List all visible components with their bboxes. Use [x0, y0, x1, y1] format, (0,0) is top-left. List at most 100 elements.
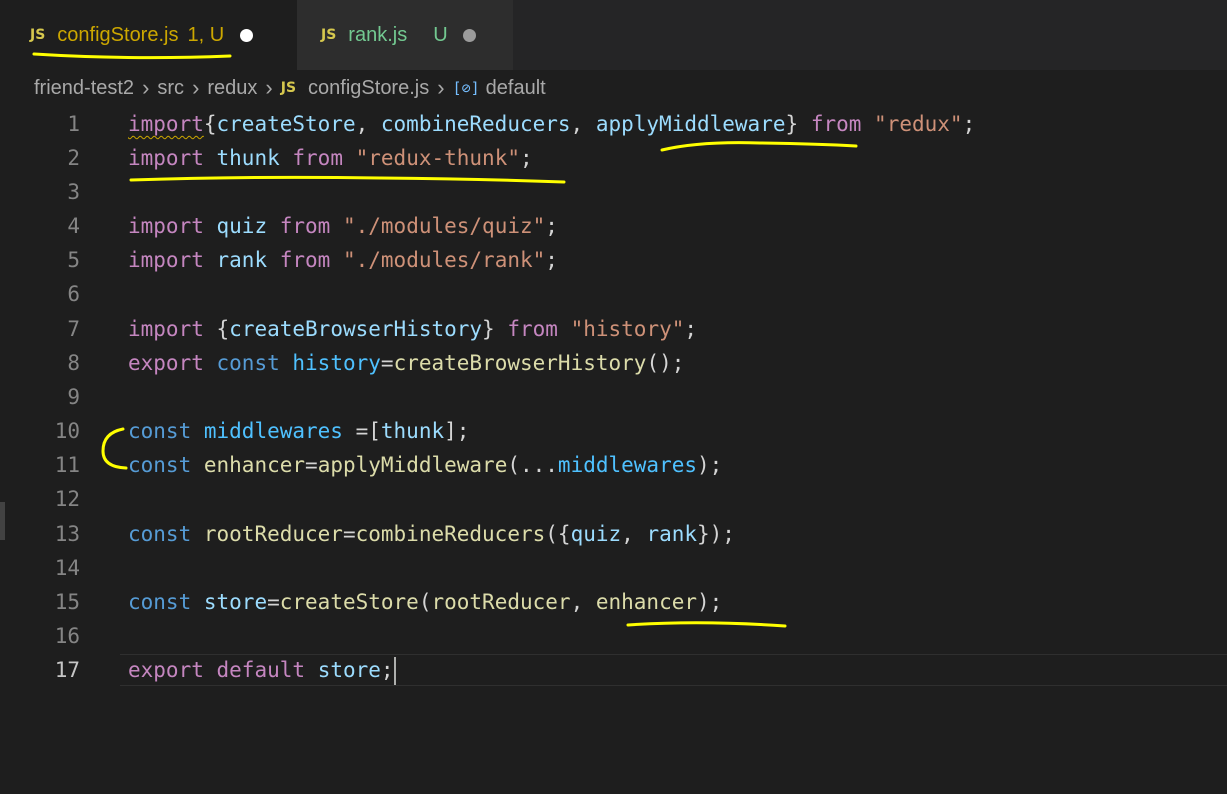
operator: =[: [342, 419, 381, 443]
code-line: 13 const rootReducer=combineReducers({qu…: [0, 517, 1227, 551]
semicolon: ;: [962, 112, 976, 136]
breadcrumb-file[interactable]: configStore.js: [308, 77, 429, 100]
breadcrumb-folder-redux[interactable]: redux: [207, 77, 257, 100]
tab-configstore[interactable]: JS configStore.js 1, U: [0, 0, 297, 70]
punctuation: );: [697, 590, 723, 614]
punctuation: ();: [646, 351, 685, 375]
keyword-const: const: [128, 590, 192, 614]
keyword-import: import: [128, 317, 204, 341]
line-number: 5: [67, 248, 80, 272]
code-text[interactable]: const store=createStore(rootReducer, enh…: [128, 585, 722, 619]
identifier: quiz: [570, 522, 622, 546]
line-number: 9: [67, 385, 80, 409]
line-number: 12: [54, 487, 80, 511]
code-editor[interactable]: 1 import{createStore, combineReducers, a…: [0, 107, 1227, 794]
tab-rank[interactable]: JS rank.js U: [297, 0, 513, 70]
code-line: 7 import {createBrowserHistory} from "hi…: [0, 312, 1227, 346]
code-text[interactable]: const enhancer=applyMiddleware(...middle…: [128, 448, 722, 482]
code-line: 6: [0, 277, 1227, 311]
line-number: 14: [54, 556, 80, 580]
breadcrumb-folder-friend-test2[interactable]: friend-test2: [34, 77, 134, 100]
code-text[interactable]: import {createBrowserHistory} from "hist…: [128, 312, 697, 346]
tab-status: U: [433, 23, 448, 46]
text-cursor: [393, 657, 396, 685]
keyword-import: import: [128, 248, 204, 272]
tab-label: rank.js: [348, 23, 408, 46]
js-file-icon: JS: [280, 80, 297, 96]
punctuation: ,: [570, 590, 596, 614]
code-text[interactable]: const rootReducer=combineReducers({quiz,…: [128, 517, 735, 551]
identifier: enhancer: [203, 453, 306, 477]
keyword-from: from: [279, 214, 331, 238]
function-call: combineReducers: [355, 522, 546, 546]
code-line: 4 import quiz from "./modules/quiz";: [0, 209, 1227, 243]
code-line: 12: [0, 482, 1227, 516]
code-line: 5 import rank from "./modules/rank";: [0, 243, 1227, 277]
code-text[interactable]: const middlewares =[thunk];: [128, 414, 469, 448]
identifier: applyMiddleware: [595, 112, 786, 136]
punctuation: ,: [355, 112, 381, 136]
semicolon: ;: [545, 214, 558, 238]
identifier: quiz: [216, 214, 268, 238]
keyword-const: const: [128, 522, 192, 546]
code-text[interactable]: import thunk from "redux-thunk";: [128, 141, 533, 175]
code-text[interactable]: import quiz from "./modules/quiz";: [128, 209, 558, 243]
line-number: 1: [67, 112, 80, 136]
breadcrumb-symbol[interactable]: default: [486, 77, 546, 100]
line-number: 17: [54, 658, 80, 682]
tab-bar: JS configStore.js 1, U JS rank.js U: [0, 0, 1227, 70]
code-text[interactable]: import rank from "./modules/rank";: [128, 243, 558, 277]
unsaved-dot-icon[interactable]: [462, 28, 476, 42]
breadcrumb: friend-test2 › src › redux › JS configSt…: [34, 70, 546, 106]
string-literal: "redux-thunk": [355, 146, 520, 170]
code-text[interactable]: export default store;: [128, 653, 396, 687]
keyword-export: export: [128, 658, 204, 682]
code-line: 15 const store=createStore(rootReducer, …: [0, 585, 1227, 619]
string-literal: "./modules/rank": [342, 248, 546, 272]
line-number: 4: [67, 214, 80, 238]
identifier: thunk: [216, 146, 280, 170]
punctuation: {: [203, 112, 217, 136]
chevron-right-icon: ›: [437, 75, 445, 100]
line-number: 6: [67, 282, 80, 306]
code-line: 14: [0, 551, 1227, 585]
identifier: enhancer: [595, 590, 698, 614]
keyword-const: const: [216, 351, 280, 375]
tab-label: configStore.js: [57, 23, 179, 46]
keyword-import: import: [128, 146, 204, 170]
semicolon: ;: [380, 658, 394, 682]
keyword-from: from: [810, 112, 862, 136]
operator: =: [342, 522, 356, 546]
string-literal: "redux": [874, 112, 963, 136]
function-call: applyMiddleware: [317, 453, 508, 477]
punctuation: }: [482, 317, 495, 341]
code-text[interactable]: export const history=createBrowserHistor…: [128, 346, 684, 380]
identifier: createStore: [216, 112, 356, 136]
unsaved-dot-icon[interactable]: [240, 28, 254, 42]
line-number: 10: [54, 419, 80, 443]
punctuation: (...: [507, 453, 558, 477]
code-text[interactable]: import{createStore, combineReducers, app…: [128, 107, 975, 141]
breadcrumb-folder-src[interactable]: src: [157, 77, 184, 100]
line-number: 2: [67, 146, 80, 170]
identifier: middlewares: [557, 453, 697, 477]
semicolon: ;: [520, 146, 533, 170]
tab-status: 1, U: [187, 23, 225, 46]
keyword-import: import: [128, 112, 204, 136]
keyword-default: default: [216, 658, 306, 682]
